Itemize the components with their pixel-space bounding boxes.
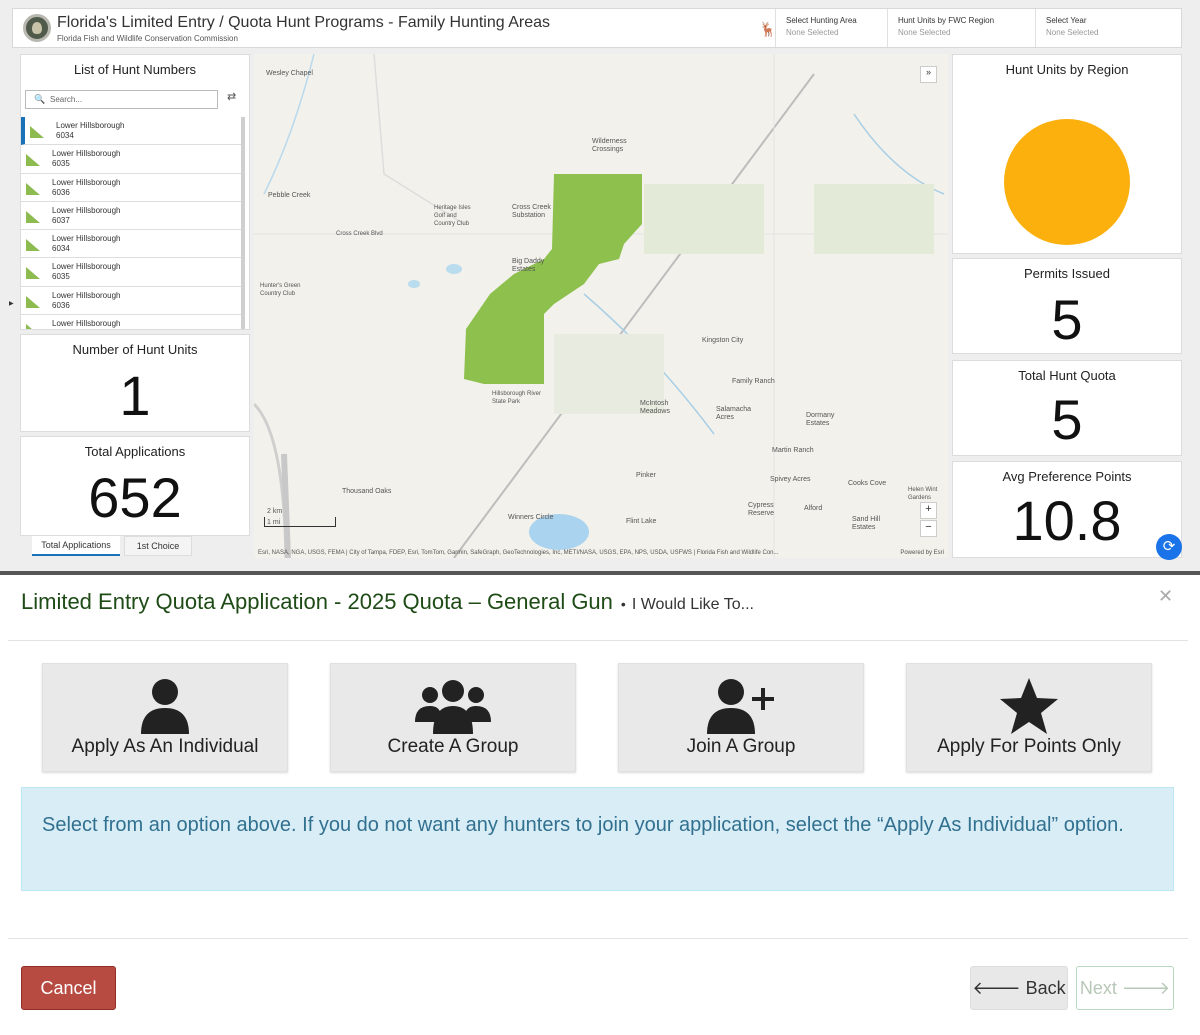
area-icon (30, 126, 44, 138)
expand-arrow-icon[interactable]: ▶ (9, 300, 14, 307)
area-icon (26, 182, 40, 195)
list-item[interactable]: Lower Hillsborough 6034 (21, 230, 241, 259)
arrow-left-icon: 🡐 (972, 978, 1026, 998)
dashboard: Florida's Limited Entry / Quota Hunt Pro… (0, 0, 1200, 572)
cancel-button[interactable]: Cancel (21, 966, 116, 1010)
hunt-units-panel: Number of Hunt Units 1 (20, 334, 250, 432)
apply-individual-button[interactable]: Apply As An Individual (42, 663, 288, 772)
area-icon (26, 295, 40, 308)
permits-panel: Permits Issued 5 (952, 258, 1182, 354)
map-powered-by: Powered by Esri (900, 550, 944, 556)
stats-tabs: Total Applications 1st Choice (20, 536, 250, 558)
area-icon (26, 267, 40, 280)
search-input[interactable]: 🔍 Search... (25, 90, 218, 109)
divider (8, 640, 1188, 641)
dashboard-header: Florida's Limited Entry / Quota Hunt Pro… (12, 8, 1182, 48)
quota-value: 5 (1051, 388, 1083, 451)
group-icon (415, 680, 491, 734)
area-icon (26, 154, 40, 167)
permits-value: 5 (1051, 288, 1083, 351)
map-scale-bar: 2 km 1 mi (264, 508, 336, 527)
search-icon: 🔍 (34, 94, 46, 104)
map-view[interactable]: Wesley Chapel Pebble Creek Wilderness Cr… (254, 54, 948, 558)
zoom-in-button[interactable]: + (920, 502, 937, 519)
arrow-right-icon: 🡒 (1116, 978, 1171, 998)
list-item[interactable]: Lower Hillsborough 6036 (21, 287, 241, 316)
hunt-list-panel: List of Hunt Numbers 🔍 Search... ⇄ Lower… (20, 54, 250, 330)
person-add-icon (707, 679, 774, 734)
applications-value: 652 (88, 466, 182, 529)
region-title: Hunt Units by Region (1005, 62, 1129, 77)
refresh-icon[interactable]: ⟳ (1156, 534, 1182, 560)
applications-panel: Total Applications 652 (20, 436, 250, 536)
area-icon (26, 210, 40, 223)
modal-subtitle: I Would Like To... (631, 596, 754, 613)
preference-title: Avg Preference Points (1002, 469, 1132, 484)
region-panel: Hunt Units by Region (952, 54, 1182, 254)
divider (8, 938, 1188, 939)
hunt-units-title: Number of Hunt Units (72, 342, 198, 357)
preference-panel: Avg Preference Points 10.8 (952, 461, 1182, 558)
info-alert: Select from an option above. If you do n… (21, 787, 1174, 891)
person-icon (141, 679, 189, 734)
section-divider (0, 571, 1200, 575)
fwc-logo (23, 14, 51, 42)
area-icon (26, 239, 40, 252)
zoom-out-button[interactable]: − (920, 520, 937, 537)
sort-icon[interactable]: ⇄ (227, 90, 236, 103)
select-year[interactable]: Select Year None Selected (1035, 9, 1181, 47)
map-canvas (254, 54, 948, 558)
applications-title: Total Applications (84, 444, 186, 459)
back-button[interactable]: 🡐 Back (970, 966, 1068, 1010)
list-item[interactable]: Lower Hillsborough (21, 315, 241, 329)
permits-title: Permits Issued (1024, 266, 1110, 281)
deer-icon: 🦌 (759, 21, 777, 37)
list-item[interactable]: Lower Hillsborough 6035 (21, 258, 241, 287)
quota-panel: Total Hunt Quota 5 (952, 360, 1182, 456)
close-icon[interactable]: ✕ (1158, 586, 1173, 607)
region-pie-chart[interactable] (1004, 119, 1130, 245)
star-icon (1000, 678, 1058, 734)
select-fwc-region[interactable]: Hunt Units by FWC Region None Selected (887, 9, 1035, 47)
apply-points-only-button[interactable]: Apply For Points Only (906, 663, 1152, 772)
hunt-list-title: List of Hunt Numbers (73, 62, 197, 77)
quota-title: Total Hunt Quota (1018, 368, 1116, 383)
create-group-button[interactable]: Create A Group (330, 663, 576, 772)
dashboard-subtitle: Florida Fish and Wildlife Conservation C… (57, 34, 238, 43)
hunt-list: Lower Hillsborough 6034 Lower Hillsboroug… (21, 117, 245, 329)
map-attribution: Esri, NASA, NGA, USGS, FEMA | City of Ta… (258, 550, 779, 556)
join-group-button[interactable]: Join A Group (618, 663, 864, 772)
tab-first-choice[interactable]: 1st Choice (124, 536, 192, 556)
list-item[interactable]: Lower Hillsborough 6036 (21, 174, 241, 202)
list-item[interactable]: Lower Hillsborough 6034 (21, 117, 241, 146)
modal-title: Limited Entry Quota Application - 2025 Q… (21, 589, 754, 614)
collapse-chevron-icon[interactable]: » (920, 66, 937, 83)
tab-total-applications[interactable]: Total Applications (32, 536, 120, 556)
preference-value: 10.8 (1012, 489, 1122, 552)
list-item[interactable]: Lower Hillsborough 6037 (21, 202, 241, 231)
select-hunting-area[interactable]: Select Hunting Area None Selected (775, 9, 887, 47)
list-item[interactable]: Lower Hillsborough 6035 (21, 145, 241, 174)
dashboard-title: Florida's Limited Entry / Quota Hunt Pro… (57, 14, 551, 31)
hunt-units-value: 1 (119, 364, 151, 427)
next-button[interactable]: Next 🡒 (1076, 966, 1174, 1010)
area-icon (26, 324, 40, 329)
